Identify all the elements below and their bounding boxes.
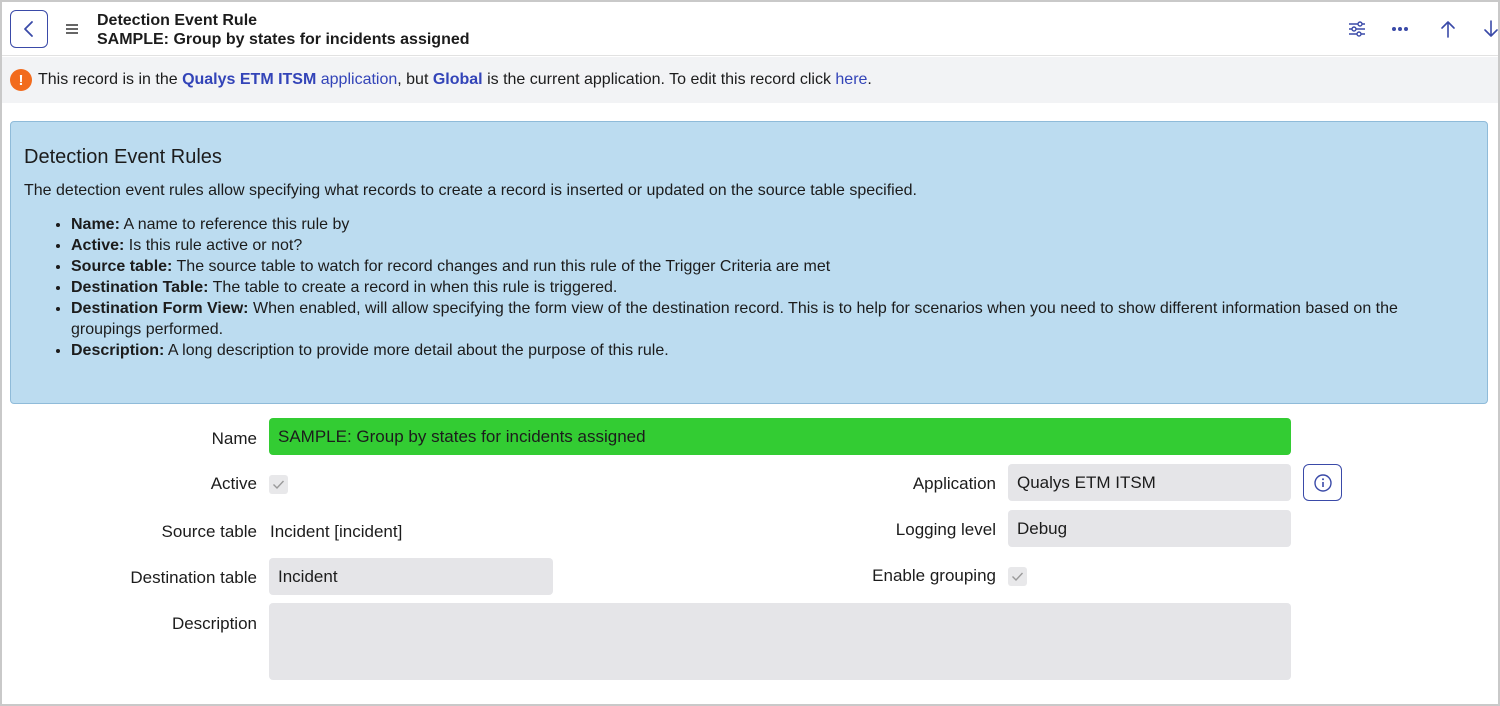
list-item: Description: A long description to provi… [71, 340, 1471, 361]
list-item-term: Destination Table: [71, 279, 209, 296]
more-options-icon[interactable] [1388, 17, 1412, 41]
description-label: Description [171, 614, 257, 633]
list-item-desc: Is this rule active or not? [124, 237, 303, 254]
application-label: Application [912, 474, 996, 493]
enable-grouping-checkbox[interactable] [1008, 567, 1027, 586]
list-item-desc: The table to create a record in when thi… [208, 279, 618, 296]
source-table-value: Incident [incident] [270, 522, 403, 541]
list-item-term: Source table: [71, 258, 173, 275]
notice-text-part: . [867, 71, 872, 88]
list-item-term: Name: [71, 216, 120, 233]
back-icon [24, 21, 33, 37]
list-item: Name: A name to reference this rule by [71, 214, 1471, 235]
info-icon [1313, 473, 1332, 492]
form-header: Detection Event Rule SAMPLE: Group by st… [2, 2, 1498, 56]
arrow-down-icon[interactable] [1479, 17, 1498, 41]
notice-text-part: is the current application. To edit this… [482, 71, 836, 88]
info-box: Detection Event Rules The detection even… [10, 121, 1488, 404]
form-window: Detection Event Rule SAMPLE: Group by st… [0, 0, 1500, 706]
application-field[interactable]: Qualys ETM ITSM [1008, 464, 1291, 501]
notice-text-part: This record is in the [38, 71, 183, 88]
source-table-label: Source table [161, 522, 257, 541]
logging-level-label: Logging level [895, 520, 996, 539]
edit-here-link[interactable]: here [835, 71, 867, 88]
page-subtitle: SAMPLE: Group by states for incidents as… [97, 31, 470, 48]
arrow-up-icon[interactable] [1436, 17, 1460, 41]
list-item-term: Description: [71, 342, 165, 359]
info-list: Name: A name to reference this rule by A… [71, 214, 1471, 361]
list-item-term: Active: [71, 237, 125, 254]
app-name-link[interactable]: Qualys ETM ITSM [182, 71, 316, 88]
hamburger-menu-icon[interactable] [64, 20, 80, 38]
settings-sliders-icon[interactable] [1345, 17, 1369, 41]
list-item-desc: The source table to watch for record cha… [172, 258, 831, 275]
notice-text: This record is in the Qualys ETM ITSM ap… [38, 71, 872, 89]
global-link[interactable]: Global [433, 71, 483, 88]
active-checkbox[interactable] [269, 475, 288, 494]
notice-text-part: , but [397, 71, 433, 88]
checkmark-icon [1012, 572, 1024, 582]
application-link[interactable]: application [316, 71, 398, 88]
warning-icon: ! [10, 69, 32, 91]
list-item-desc: A long description to provide more detai… [164, 342, 669, 359]
list-item: Destination Form View: When enabled, wil… [71, 298, 1471, 340]
destination-table-field[interactable]: Incident [269, 558, 553, 595]
info-intro: The detection event rules allow specifyi… [24, 182, 917, 199]
active-label: Active [210, 474, 257, 493]
description-field[interactable] [269, 603, 1291, 680]
logging-level-field[interactable]: Debug [1008, 510, 1291, 547]
list-item-desc: When enabled, will allow specifying the … [71, 300, 1398, 338]
application-scope-notice: ! This record is in the Qualys ETM ITSM … [2, 57, 1498, 103]
list-item: Active: Is this rule active or not? [71, 235, 1471, 256]
back-button[interactable] [10, 10, 48, 48]
checkmark-icon [273, 480, 285, 490]
destination-table-label: Destination table [130, 568, 257, 587]
name-label: Name [211, 429, 257, 448]
application-info-button[interactable] [1303, 464, 1342, 501]
enable-grouping-label: Enable grouping [872, 566, 996, 585]
name-field[interactable]: SAMPLE: Group by states for incidents as… [269, 418, 1291, 455]
list-item: Destination Table: The table to create a… [71, 277, 1471, 298]
list-item-desc: A name to reference this rule by [119, 216, 350, 233]
list-item-term: Destination Form View: [71, 300, 249, 317]
title-block: Detection Event Rule SAMPLE: Group by st… [97, 11, 470, 49]
list-item: Source table: The source table to watch … [71, 256, 1471, 277]
page-title: Detection Event Rule [97, 12, 258, 29]
info-heading: Detection Event Rules [24, 146, 222, 168]
